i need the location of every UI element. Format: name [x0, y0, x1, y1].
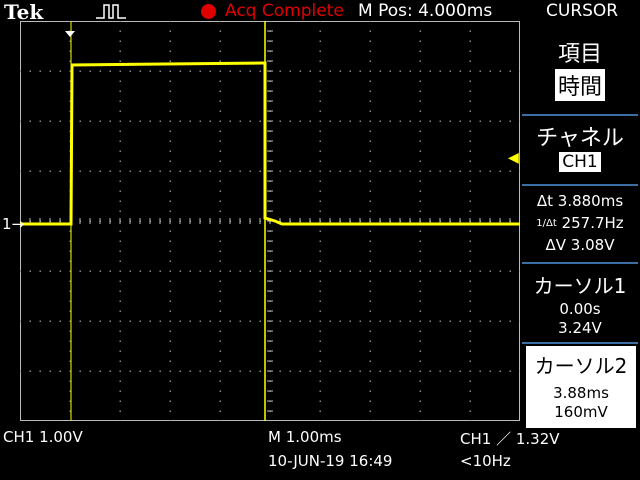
- cursor2-button[interactable]: カーソル2 3.88ms 160mV: [526, 346, 636, 428]
- channel-value: CH1: [559, 152, 601, 172]
- acquisition-status-icon: [201, 4, 216, 19]
- datetime-readout: 10-JUN-19 16:49: [268, 452, 393, 470]
- cursor2-time: 3.88ms: [553, 384, 609, 402]
- acquisition-status: Acq Complete: [225, 1, 344, 21]
- cursor1-label[interactable]: カーソル1: [522, 270, 638, 299]
- main-position-readout: M Pos: 4.000ms: [358, 1, 493, 21]
- channel-label: チャネル: [536, 126, 624, 151]
- cursor1-time: 0.00s: [559, 300, 601, 318]
- ch1-ground-marker: 1→: [2, 215, 25, 233]
- menu-title: CURSOR: [546, 1, 619, 21]
- delta-t-readout: Δt 3.880ms: [536, 192, 624, 210]
- delta-v-readout: ΔV 3.08V: [545, 236, 615, 254]
- cursor2-label: カーソル2: [534, 354, 628, 378]
- item-value: 時間: [554, 69, 605, 101]
- cursor2-voltage: 160mV: [554, 403, 608, 421]
- trigger-readout: CH1 ／ 1.32V: [460, 430, 560, 448]
- one-over-delta-t-icon: 1/Δt: [536, 218, 557, 229]
- trigger-level-marker: ◀: [508, 150, 519, 166]
- item-label: 項目: [557, 42, 602, 67]
- timebase-readout: M 1.00ms: [268, 428, 342, 446]
- cursor-side-menu: 項目 時間 チャネル CH1 Δt 3.880ms 1/Δt 257.7Hz Δ…: [522, 22, 638, 430]
- trigger-frequency-readout: <10Hz: [460, 452, 511, 470]
- ch1-scale-readout: CH1 1.00V: [3, 428, 83, 446]
- cursor1-voltage: 3.24V: [558, 319, 602, 337]
- inverse-delta-t-readout: 1/Δt 257.7Hz: [536, 214, 624, 232]
- waveform-display: [19, 20, 521, 422]
- channel-selector[interactable]: CH1: [522, 152, 638, 172]
- item-selector[interactable]: 時間: [522, 69, 638, 101]
